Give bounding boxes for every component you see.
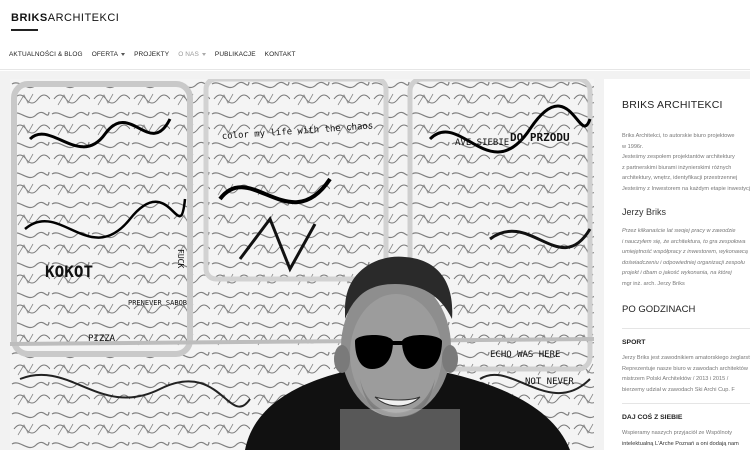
about-sidebar: BRIKS ARCHITEKCI Briks Architekci, to au… <box>604 79 750 450</box>
graffiti-text: NOT NEVER <box>525 377 574 387</box>
give-line: Wspieramy naszych przyjaciół ze Wspólnot… <box>622 430 733 436</box>
nav-label: OFERTA <box>91 51 119 58</box>
intro-line: w 1996r. <box>622 143 644 150</box>
logo-bold-text: BRIKS <box>11 12 48 24</box>
nav-label: PUBLIKACJE <box>214 51 256 58</box>
person-name: Jerzy Briks <box>622 207 667 217</box>
main-nav: AKTUALNOŚCI & BLOG OFERTA PROJEKTY O NAS… <box>9 51 305 58</box>
graffiti-text: PRENEVER SABOB <box>128 299 187 307</box>
quote-line: i nauczyłem się, że architektura, to gra… <box>622 238 746 245</box>
section-title-after-hours: PO GODZINACH <box>622 304 696 315</box>
intro-line: Jesteśmy zespołem projektantów architekt… <box>622 154 735 160</box>
nav-label: AKTUALNOŚCI & BLOG <box>9 51 83 58</box>
site-header: BRIKSARCHITEKCI AKTUALNOŚCI & BLOG OFERT… <box>0 0 750 70</box>
quote-line: Przez kilkanaście lat swojej pracy w zaw… <box>622 228 736 234</box>
graffiti-text: FUCK <box>176 249 185 268</box>
nav-label: O NAS <box>178 51 199 58</box>
quote-line: doświadczeniu i odpowiedniej organizacji… <box>622 259 745 266</box>
graffiti-text: DO PRZODU <box>510 131 570 144</box>
sport-line: mistrzem Polski Architektów / 2013 i 201… <box>622 376 729 382</box>
sport-line: Jerzy Briks jest zawodnikiem amatorskieg… <box>622 355 750 361</box>
nav-item-publications[interactable]: PUBLIKACJE <box>215 51 256 58</box>
person-quote: Przez kilkanaście lat swojej pracy w zaw… <box>622 226 750 289</box>
give-line-link[interactable]: intelektualną L'Arche Poznań a oni dodaj… <box>622 439 750 450</box>
nav-item-offer[interactable]: OFERTA <box>91 51 126 58</box>
sport-line: Reprezentuje nasze biuro w zawodach arch… <box>622 365 748 372</box>
nav-item-contact[interactable]: KONTAKT <box>265 51 296 58</box>
sport-heading: SPORT <box>622 339 646 346</box>
nav-item-about[interactable]: O NAS <box>178 51 206 58</box>
logo-underline <box>11 29 38 31</box>
nav-label: PROJEKTY <box>134 51 170 58</box>
chevron-down-icon <box>201 53 206 56</box>
quote-signature: mgr inż. arch. Jerzy Briks <box>622 280 685 287</box>
sidebar-intro: Briks Architekci, to autorskie biuro pro… <box>622 131 750 194</box>
give-heading: DAJ COŚ Z SIEBIE <box>622 414 683 421</box>
intro-line: Briks Architekci, to autorskie biuro pro… <box>622 133 735 139</box>
nav-label: KONTAKT <box>264 51 296 58</box>
divider <box>622 328 750 329</box>
intro-line: z partnerskimi biurami inżynierskimi róż… <box>622 164 732 171</box>
divider <box>622 403 750 404</box>
sidebar-title: BRIKS ARCHITEKCI <box>622 99 723 111</box>
graffiti-text: KOKOT <box>45 262 93 281</box>
graffiti-text: PIZZA <box>88 334 116 344</box>
quote-line: umiejętność współpracy z inwestorem, wyk… <box>622 249 748 255</box>
nav-item-projects[interactable]: PROJEKTY <box>134 51 169 58</box>
quote-line: projekt i dbam o jakość wykonania, na kt… <box>622 270 732 276</box>
chevron-down-icon <box>121 53 126 56</box>
intro-line: Jesteśmy z Inwestorem na każdym etapie i… <box>622 185 750 192</box>
intro-line: architektury, wnętrz, identyfikacji prze… <box>622 175 738 181</box>
sport-line: bierzemy udział w zawodach Ski Archi Cup… <box>622 386 735 393</box>
hero-photo: color my life with the chaos AVE SIEBIE … <box>10 79 594 450</box>
site-logo[interactable]: BRIKSARCHITEKCI <box>11 12 119 24</box>
logo-light-text: ARCHITEKCI <box>47 12 120 24</box>
nav-item-news[interactable]: AKTUALNOŚCI & BLOG <box>9 51 83 58</box>
graffiti-text: AVE SIEBIE <box>455 138 509 148</box>
graffiti-text: ECHO WAS HERE <box>490 350 560 360</box>
